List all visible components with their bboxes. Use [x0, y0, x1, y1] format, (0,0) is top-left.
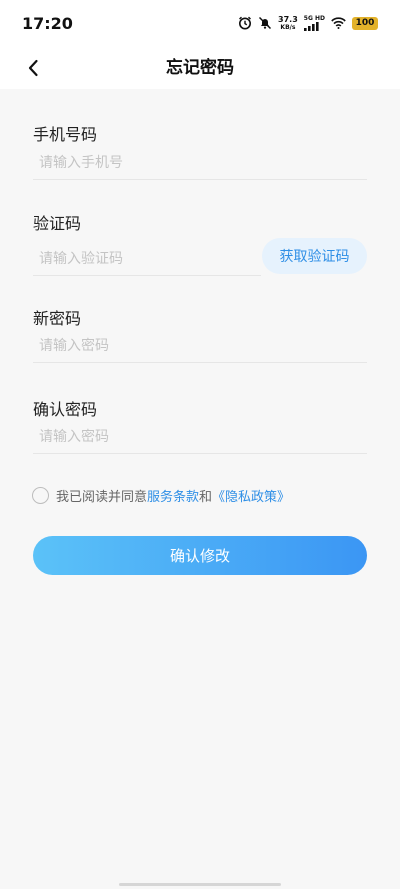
code-label: 验证码	[33, 214, 82, 233]
status-time: 17:20	[22, 14, 73, 33]
new-password-label: 新密码	[33, 309, 82, 328]
confirm-change-button[interactable]: 确认修改	[33, 536, 367, 575]
cellular-signal: 5G HD	[303, 15, 325, 31]
page-title: 忘记密码	[166, 57, 234, 78]
agreement-prefix: 我已阅读并同意	[56, 489, 148, 505]
mute-icon	[258, 16, 272, 30]
get-code-button[interactable]: 获取验证码	[262, 238, 367, 274]
net-speed-value: 37.3	[278, 14, 298, 24]
confirm-password-label: 确认密码	[33, 400, 98, 419]
wifi-icon	[331, 17, 346, 29]
agreement-checkbox[interactable]	[32, 486, 49, 504]
new-password-input[interactable]	[33, 331, 367, 361]
status-bar: 17:20 37.3 KB/s 5G HD 100	[0, 0, 400, 45]
home-indicator[interactable]	[119, 883, 281, 886]
status-icons: 37.3 KB/s 5G HD 100	[238, 14, 378, 32]
phone-input[interactable]	[33, 148, 367, 178]
code-input[interactable]	[33, 244, 261, 274]
code-divider	[33, 275, 261, 276]
net-speed: 37.3 KB/s	[278, 14, 298, 31]
net-speed-unit: KB/s	[280, 23, 296, 31]
phone-label: 手机号码	[33, 125, 98, 144]
signal-icon	[303, 21, 319, 31]
agreement-conjunction: 和	[199, 489, 213, 505]
confirm-password-input[interactable]	[33, 422, 367, 452]
new-password-divider	[33, 362, 367, 363]
nav-bar: 忘记密码	[0, 45, 400, 89]
terms-link[interactable]: 服务条款	[147, 486, 199, 505]
phone-divider	[33, 179, 367, 180]
agreement-row: 我已阅读并同意 服务条款 和 《隐私政策》	[32, 485, 290, 505]
confirm-password-divider	[33, 453, 367, 454]
privacy-link[interactable]: 《隐私政策》	[212, 486, 290, 505]
alarm-icon	[238, 16, 252, 30]
battery-icon: 100	[352, 16, 378, 30]
